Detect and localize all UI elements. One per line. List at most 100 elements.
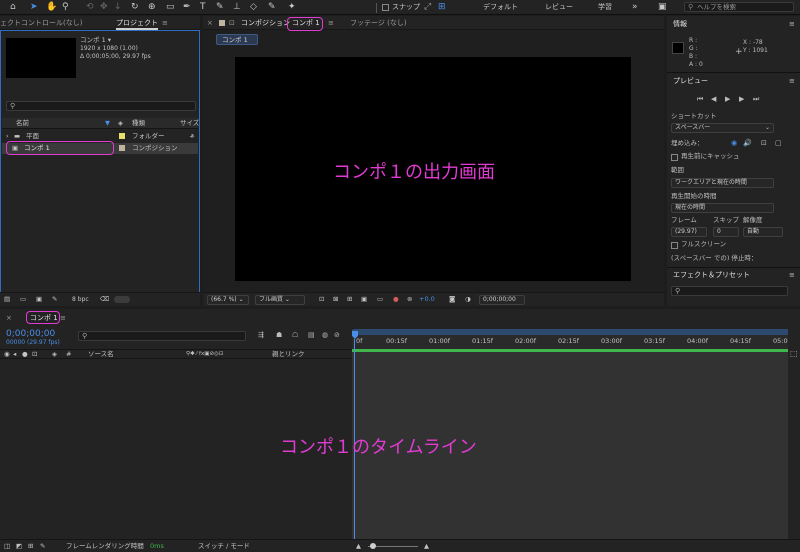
snapshot-icon[interactable]: ◙ — [449, 295, 455, 304]
zoom-out-icon[interactable]: ▲ — [356, 542, 361, 551]
layer-controls-icon[interactable]: ▢ — [775, 139, 782, 148]
column-parent-link[interactable]: 親とリンク — [272, 350, 305, 359]
snap-target-icon[interactable]: ⊞ — [438, 1, 446, 13]
play-icon[interactable]: ▶ — [725, 95, 730, 104]
zoom-tool-icon[interactable]: ⚲ — [62, 1, 69, 13]
hand-tool-icon[interactable]: ✋ — [46, 1, 57, 13]
show-snapshot-icon[interactable]: ◑ — [465, 295, 471, 304]
column-name[interactable]: 名前 — [16, 119, 29, 128]
video-eye-icon[interactable]: ◉ — [4, 350, 10, 359]
range-dropdown[interactable]: ワークエリアと現在の時間 — [671, 178, 774, 188]
exposure-reset-icon[interactable]: ⊛ — [407, 295, 412, 304]
label-color-swatch[interactable] — [119, 145, 125, 151]
expand-arrow-icon[interactable]: › — [6, 132, 9, 141]
workspace-default[interactable]: デフォルト — [483, 2, 518, 12]
next-frame-icon[interactable]: ▶ — [739, 95, 744, 104]
home-icon[interactable]: ⌂ — [10, 1, 16, 13]
zoom-in-icon[interactable]: ▲ — [424, 542, 429, 551]
last-frame-icon[interactable]: ⏭ — [753, 95, 759, 104]
dolly-tool-icon[interactable]: ↓ — [114, 1, 122, 13]
fullscreen-checkbox[interactable] — [671, 242, 678, 249]
clone-stamp-tool-icon[interactable]: ⊥ — [233, 1, 241, 13]
panel-menu-icon[interactable]: ≡ — [789, 20, 795, 29]
panel-menu-icon[interactable]: ≡ — [60, 313, 66, 323]
rotate-tool-icon[interactable]: ↻ — [131, 1, 139, 13]
3d-view-icon[interactable]: ▭ — [377, 295, 383, 304]
roto-brush-tool-icon[interactable]: ✎ — [268, 1, 276, 13]
play-from-dropdown[interactable]: 現在の時間 — [671, 203, 774, 213]
pan-tool-icon[interactable]: ✥ — [100, 1, 108, 13]
project-search-input[interactable]: ⚲ — [6, 101, 196, 111]
grid-guides-icon[interactable]: ⊞ — [347, 295, 352, 304]
time-ruler[interactable]: 0f 00:15f 01:00f 01:15f 02:00f 02:15f 03… — [352, 335, 788, 349]
toggle-switches-icon[interactable]: ◫ — [4, 542, 10, 551]
video-eye-icon[interactable]: ◉ — [731, 139, 737, 148]
panel-menu-icon[interactable]: ≡ — [328, 18, 334, 28]
transparency-grid-icon[interactable]: ⊠ — [333, 295, 338, 304]
column-source-name[interactable]: ソース名 — [88, 350, 114, 359]
selection-tool-icon[interactable]: ➤ — [30, 1, 38, 13]
close-icon[interactable]: × — [207, 18, 213, 28]
scroll-thumb[interactable] — [114, 296, 130, 303]
solo-icon[interactable]: ● — [22, 350, 28, 359]
panel-menu-icon[interactable]: ≡ — [789, 271, 795, 280]
frame-blending-icon[interactable]: ▤ — [308, 331, 315, 340]
panel-menu-icon[interactable]: ≡ — [789, 77, 795, 86]
toggle-transfer-icon[interactable]: ◩ — [16, 542, 22, 551]
effects-search-input[interactable]: ⚲ — [671, 286, 788, 296]
color-channel-icon[interactable]: ● — [393, 295, 399, 304]
toggle-in-out-icon[interactable]: ⊞ — [28, 542, 33, 551]
graph-editor-icon[interactable]: ⊘ — [334, 331, 340, 340]
cache-checkbox[interactable] — [671, 154, 678, 161]
first-frame-icon[interactable]: ⏮ — [697, 95, 703, 104]
comp-breadcrumb[interactable]: コンポ 1 — [216, 34, 258, 45]
switch-mode-toggle[interactable]: スイッチ / モード — [198, 542, 250, 551]
help-search-input[interactable]: ⚲ ヘルプを検索 — [684, 2, 794, 12]
pen-tool-icon[interactable]: ✒ — [183, 1, 191, 13]
motion-blur-icon[interactable]: ◍ — [322, 331, 328, 340]
tab-effect-controls[interactable]: ェクトコントロール(なし) — [0, 18, 82, 28]
preview-resolution-dropdown[interactable]: 自動 — [743, 227, 783, 237]
brush-tool-icon[interactable]: ✎ — [216, 1, 224, 13]
workspace-review[interactable]: レビュー — [545, 2, 573, 12]
workspace-learn[interactable]: 学習 — [598, 2, 612, 12]
resolution-dropdown[interactable]: フル画質 ⌄ — [255, 295, 305, 305]
flowchart-icon[interactable]: ✎ — [52, 295, 57, 304]
exposure-value[interactable]: +0.0 — [419, 295, 435, 304]
zoom-dropdown[interactable]: (66.7 %) ⌄ — [207, 295, 249, 305]
close-icon[interactable]: × — [6, 313, 12, 323]
timeline-search-input[interactable]: ⚲ — [78, 331, 246, 341]
toggle-stretch-icon[interactable]: ✎ — [40, 542, 45, 551]
overlay-icon[interactable]: ⊡ — [761, 139, 767, 148]
shortcut-dropdown[interactable]: スペースバー — [671, 123, 774, 133]
comp-mini-flowchart-icon[interactable]: ⇶ — [258, 331, 264, 340]
tab-comp-prefix[interactable]: コンポジション — [241, 18, 290, 28]
prev-frame-icon[interactable]: ◀ — [711, 95, 716, 104]
rectangle-tool-icon[interactable]: ▭ — [166, 1, 175, 13]
tab-project[interactable]: プロジェクト — [116, 18, 158, 28]
zoom-slider-thumb[interactable] — [370, 543, 376, 549]
mask-visibility-icon[interactable]: ▣ — [361, 295, 367, 304]
snap-option-icon[interactable]: ⤢ — [424, 1, 431, 13]
eraser-tool-icon[interactable]: ◇ — [250, 1, 257, 13]
lock-icon[interactable]: ⊡ — [32, 350, 37, 359]
tab-footage[interactable]: フッテージ (なし) — [350, 18, 407, 28]
region-of-interest-icon[interactable]: ⊡ — [319, 295, 324, 304]
snap-checkbox[interactable] — [382, 4, 389, 11]
bit-depth-button[interactable]: 8 bpc — [72, 295, 89, 304]
new-folder-icon[interactable]: ▭ — [20, 295, 26, 304]
trash-icon[interactable]: ⌫ — [100, 295, 109, 304]
end-marker-icon[interactable]: ⬚ — [790, 349, 798, 358]
audio-icon[interactable]: 🔊 — [743, 139, 752, 148]
orbit-tool-icon[interactable]: ⟲ — [86, 1, 94, 13]
type-tool-icon[interactable]: T — [200, 1, 206, 13]
puppet-tool-icon[interactable]: ✦ — [288, 1, 296, 13]
workspace-settings-icon[interactable]: ▣ — [658, 1, 667, 13]
draft-3d-icon[interactable]: ☗ — [276, 331, 282, 340]
frame-rate-dropdown[interactable]: (29.97) — [671, 227, 707, 237]
panel-menu-icon[interactable]: ≡ — [162, 18, 168, 28]
lock-icon[interactable]: ⊡ — [229, 18, 235, 28]
column-type[interactable]: 種類 — [132, 119, 145, 128]
timeline-timecode[interactable]: 0;00;00;00 — [6, 329, 55, 339]
audio-icon[interactable]: ◂ — [13, 350, 16, 359]
